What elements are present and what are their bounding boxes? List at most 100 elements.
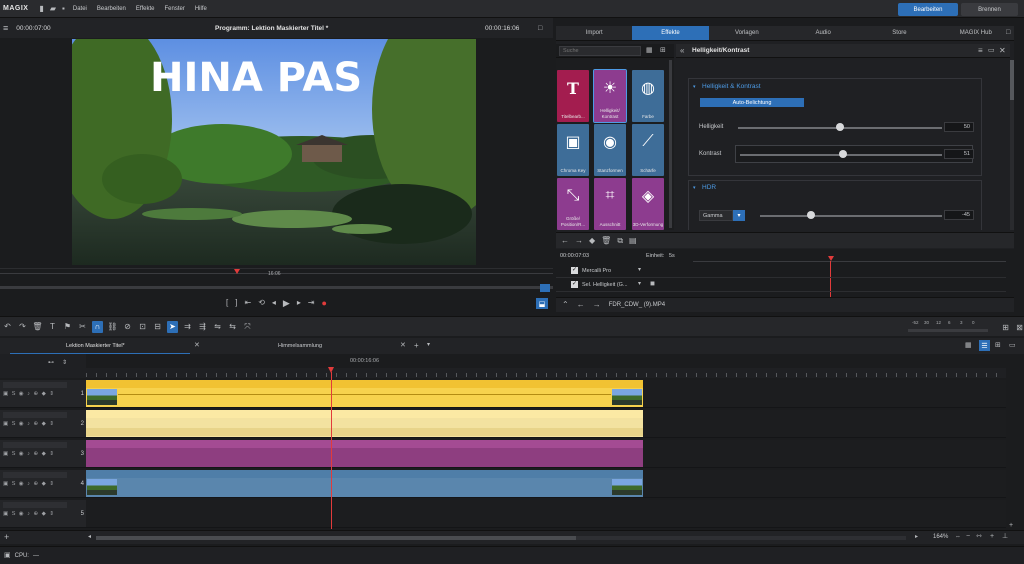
maximize-icon[interactable]: □ — [538, 25, 542, 32]
tab-magix-hub[interactable]: MAGIX Hub — [938, 26, 1014, 40]
kf-prev-icon[interactable]: ← — [561, 236, 569, 245]
effect-tile[interactable]: ◍ Farbe — [632, 70, 664, 122]
mode4-icon[interactable]: ⇋ — [212, 321, 223, 333]
scroll-right-icon[interactable]: ▸ — [915, 534, 918, 540]
section1-toggle-icon[interactable]: ▾ — [693, 84, 696, 90]
kf-row1-check[interactable]: ✓ — [571, 267, 578, 274]
zoom-fit-icon[interactable]: ⇔ — [955, 534, 961, 540]
track-name-field[interactable] — [3, 472, 67, 478]
kf-forward-icon[interactable]: → — [593, 301, 601, 309]
view-timeline-icon[interactable]: ☰ — [979, 340, 990, 351]
horizontal-scrollbar[interactable] — [96, 536, 906, 540]
auto-exposure-button[interactable]: Auto-Belichtung — [700, 98, 804, 107]
gamma-value[interactable]: -45 — [944, 210, 974, 220]
effect-tile[interactable]: ▣ Chroma Key — [557, 124, 589, 176]
pointer-tool-icon[interactable]: ➤ — [167, 320, 178, 333]
timeline-clip[interactable]: FDR_CDW_ (9).MP4 · Kontrast · Selektive … — [86, 380, 643, 407]
track-name-field[interactable] — [3, 442, 67, 448]
next-marker-icon[interactable]: ⇥ — [308, 299, 315, 307]
unlink-icon[interactable]: ⊘ — [122, 321, 133, 333]
back-chevron-icon[interactable]: « — [680, 47, 684, 55]
zoom-in-icon[interactable]: + — [990, 533, 994, 540]
kf-add-icon[interactable]: ◆ — [589, 236, 595, 245]
effect-tile[interactable]: ⌗ Ausschnitt — [594, 178, 626, 230]
track-options-icon[interactable]: ⊷ — [48, 360, 54, 366]
step-back-icon[interactable]: ◂ — [272, 299, 276, 307]
tab-list-icon[interactable]: ▾ — [427, 342, 430, 348]
section2-toggle-icon[interactable]: ▾ — [693, 185, 696, 191]
kf-row2-dropdown-icon[interactable]: ▾ — [638, 281, 641, 287]
track-collapse-icon[interactable]: ⇕ — [62, 360, 67, 366]
add-tab-icon[interactable]: + — [414, 342, 419, 350]
brightness-value[interactable]: 50 — [944, 122, 974, 132]
gamma-select[interactable]: Gamma — [699, 210, 733, 221]
kf-delete-icon[interactable]: 🗑 — [601, 236, 611, 245]
effect-grid-scrollbar[interactable] — [669, 60, 672, 228]
timeline-ruler[interactable] — [86, 368, 1006, 378]
tab-store[interactable]: Store — [861, 26, 937, 40]
monitor-scroll-end[interactable] — [540, 284, 550, 292]
detail-minimize-icon[interactable]: ▭ — [988, 47, 995, 54]
monitor-scrollbar[interactable] — [0, 286, 553, 289]
kf-back-icon[interactable]: ← — [577, 301, 585, 309]
mode2-icon[interactable]: ⇉ — [182, 321, 193, 333]
timeline-clip[interactable]: FDR_CDW_ (9).MP4 · Kontrast · Selektive … — [86, 470, 643, 497]
track-control-icons[interactable]: ▣ S ◉ ♪ ⊕ ◆ ⇕ — [3, 481, 55, 487]
track-header[interactable]: ▣ S ◉ ♪ ⊕ ◆ ⇕ 5 — [0, 500, 86, 528]
zoom-level[interactable]: 164% — [933, 534, 948, 540]
zoom-reset-icon[interactable]: ⊥ — [1002, 533, 1008, 540]
track-row[interactable]: FDR_CDW_ (9).MP4 · Kontrast · Selektive … — [86, 380, 1006, 408]
view-scene-icon[interactable]: ⊞ — [995, 342, 1001, 349]
gamma-dropdown-icon[interactable]: ▾ — [733, 210, 745, 221]
undo-icon[interactable]: ↶ — [2, 321, 13, 333]
play-icon[interactable]: ▶ — [283, 298, 290, 308]
video-preview[interactable]: HINA PAS — [72, 39, 476, 265]
cut-icon[interactable]: ✂ — [77, 321, 88, 333]
mode-edit-button[interactable]: Bearbeiten — [898, 3, 958, 16]
zoom-out-icon[interactable]: − — [966, 533, 970, 540]
menu-datei[interactable]: Datei — [68, 6, 92, 12]
tab-import[interactable]: Import — [556, 26, 632, 40]
track-control-icons[interactable]: ▣ S ◉ ♪ ⊕ ◆ ⇕ — [3, 391, 55, 397]
effect-tile[interactable]: ⤡ Größe/ Position/R... — [557, 178, 589, 230]
fit-icon[interactable]: ⊡ — [137, 321, 148, 333]
grid-view-icon[interactable]: ▦ — [646, 47, 653, 54]
track-zoom-in-icon[interactable]: + — [1009, 522, 1013, 529]
view-storyboard-icon[interactable]: ▦ — [965, 342, 972, 349]
effect-tile[interactable]: ☀ Helligkeit/ Kontrast — [593, 69, 627, 123]
monitor-playhead[interactable] — [234, 269, 240, 274]
track-name-field[interactable] — [3, 412, 67, 418]
prev-marker-icon[interactable]: ⇤ — [244, 299, 251, 307]
track-header[interactable]: ▣ S ◉ ♪ ⊕ ◆ ⇕ 1 — [0, 380, 86, 408]
text-tool-icon[interactable]: T — [47, 321, 58, 333]
contrast-value[interactable]: 51 — [944, 149, 974, 159]
zoom-slider-icon[interactable]: ⇿ — [976, 533, 982, 540]
gamma-slider-knob[interactable] — [806, 211, 815, 219]
mode-burn-button[interactable]: Brennen — [961, 3, 1018, 16]
magnet-icon[interactable]: ∩ — [92, 320, 103, 333]
performance-icon[interactable]: ▣ — [4, 552, 11, 559]
panel-maximize-icon[interactable]: □ — [1006, 29, 1010, 36]
new-file-icon[interactable]: ▮ — [39, 4, 43, 13]
filter-icon[interactable]: ⊞ — [660, 47, 666, 54]
effect-search-input[interactable] — [559, 46, 641, 56]
tab-effekte[interactable]: Effekte — [632, 26, 709, 40]
track-control-icons[interactable]: ▣ S ◉ ♪ ⊕ ◆ ⇕ — [3, 451, 55, 457]
timeline-clip[interactable]: FDR_CDW_ (9).MP4 — [86, 410, 643, 437]
tab-himmel[interactable]: Himmelsammlung — [208, 338, 398, 354]
delete-icon[interactable]: 🗑 — [32, 321, 43, 333]
track-name-field[interactable] — [3, 382, 67, 388]
detail-menu-icon[interactable]: ≡ — [978, 47, 983, 55]
track-control-icons[interactable]: ▣ S ◉ ♪ ⊕ ◆ ⇕ — [3, 511, 55, 517]
menu-hilfe[interactable]: Hilfe — [190, 6, 212, 12]
track-row[interactable]: FDR_CDW_ (9).MP4 · Kontrast · Selektive … — [86, 470, 1006, 498]
open-folder-icon[interactable]: ▰ — [50, 4, 56, 13]
track-header[interactable]: ▣ S ◉ ♪ ⊕ ◆ ⇕ 3 — [0, 440, 86, 468]
kf-next-icon[interactable]: → — [575, 236, 583, 245]
scroll-left-icon[interactable]: ◂ — [88, 534, 91, 540]
loop-icon[interactable]: ⟲ — [258, 299, 265, 307]
track-control-icons[interactable]: ▣ S ◉ ♪ ⊕ ◆ ⇕ — [3, 421, 55, 427]
tab-lektion[interactable]: Lektion Maskierter Titel* — [10, 338, 190, 354]
track-row[interactable]: Hitz · Größe/Position/Rotation — [86, 440, 1006, 468]
tab-audio[interactable]: Audio — [785, 26, 861, 40]
